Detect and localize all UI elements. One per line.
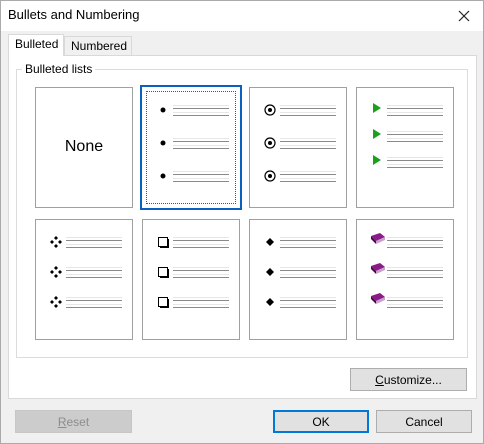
tile-none[interactable]: None	[35, 87, 133, 208]
tile-small-dot[interactable]	[140, 85, 242, 210]
title-bar: Bullets and Numbering	[1, 1, 483, 31]
reset-mnemonic: R	[57, 414, 67, 429]
window-title: Bullets and Numbering	[8, 7, 140, 22]
close-icon[interactable]	[445, 1, 483, 31]
group-label: Bulleted lists	[22, 62, 96, 76]
customize-label: ustomize...	[383, 372, 442, 387]
tile-circle-dot[interactable]	[249, 87, 347, 208]
cancel-button[interactable]: Cancel	[376, 410, 472, 433]
tile-square[interactable]	[142, 219, 240, 340]
tile-diamond[interactable]	[249, 219, 347, 340]
reset-label: eset	[66, 414, 90, 429]
customize-button[interactable]: Customize...	[350, 368, 467, 391]
bullets-numbering-dialog: Bullets and Numbering Bulleted Numbered …	[0, 0, 484, 444]
tile-arrow[interactable]	[356, 87, 454, 208]
ok-button[interactable]: OK	[273, 410, 369, 433]
tab-panel: Bulleted lists None C ustomize...	[8, 55, 477, 399]
bulleted-lists-group: Bulleted lists None	[16, 62, 468, 358]
reset-button[interactable]: Reset	[15, 410, 132, 433]
tile-book[interactable]	[356, 219, 454, 340]
customize-mnemonic: C	[375, 372, 384, 387]
none-label: None	[64, 138, 104, 155]
tab-bulleted[interactable]: Bulleted	[8, 34, 64, 56]
tile-diamond-four[interactable]	[35, 219, 133, 340]
tab-numbered[interactable]: Numbered	[64, 36, 132, 55]
